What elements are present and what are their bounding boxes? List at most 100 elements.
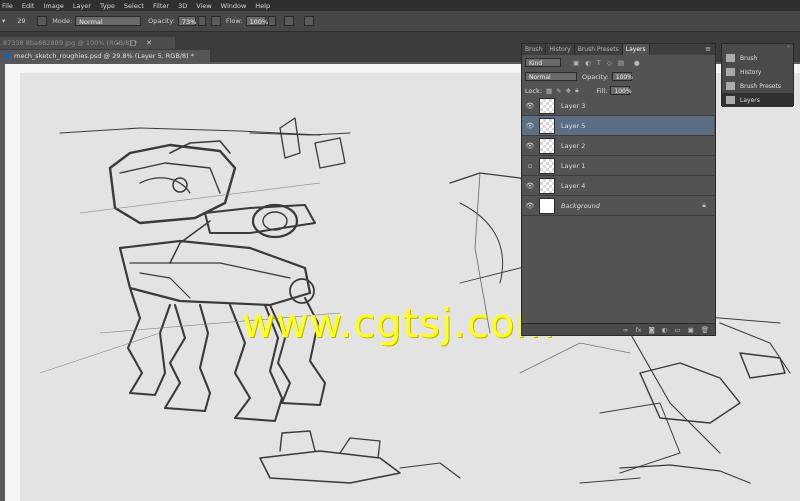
- visibility-empty-box[interactable]: ▫: [524, 162, 536, 170]
- brush-size-value[interactable]: 29: [17, 17, 29, 25]
- inactive-window-controls: – □ ✕: [116, 37, 152, 49]
- filter-toggle-icon[interactable]: ●: [634, 59, 640, 67]
- layers-panel: Brush History Brush Presets Layers ≡ Kin…: [521, 43, 716, 336]
- menu-window[interactable]: Window: [221, 2, 247, 10]
- layer-row-layer-1[interactable]: ▫ Layer 1: [522, 156, 714, 176]
- document-tab-active[interactable]: mech_sketch_roughies.psd @ 29.8% (Layer …: [0, 50, 210, 62]
- opacity-field[interactable]: 73%: [177, 16, 196, 26]
- layers-list: 👁︎ Layer 3 👁︎ Layer 5 👁︎ Layer 2 ▫ Layer…: [522, 96, 714, 216]
- tool-preset-picker[interactable]: ▾: [2, 17, 5, 25]
- menu-file[interactable]: File: [2, 2, 13, 10]
- tab-brush[interactable]: Brush: [522, 44, 547, 55]
- opacity-label: Opacity:: [148, 17, 175, 25]
- tab-brush-presets[interactable]: Brush Presets: [575, 44, 623, 55]
- trash-icon[interactable]: 🗑︎: [701, 326, 709, 334]
- layer-row-layer-5[interactable]: 👁︎ Layer 5: [522, 116, 714, 136]
- flow-dropdown-icon[interactable]: [267, 16, 276, 26]
- options-bar: ▾ 29 Mode: Normal Opacity: 73% Flow: 100…: [0, 11, 800, 32]
- pressure-opacity-icon[interactable]: [210, 16, 221, 26]
- filter-pixel-icon[interactable]: ▣: [573, 59, 579, 67]
- filter-type-icon[interactable]: T: [597, 59, 601, 67]
- layer-row-layer-4[interactable]: 👁︎ Layer 4: [522, 176, 714, 196]
- flow-field[interactable]: 100%: [245, 16, 268, 26]
- minimize-icon[interactable]: –: [116, 39, 120, 47]
- filter-adjustment-icon[interactable]: ◐: [585, 59, 591, 67]
- layer-name: Layer 1: [561, 161, 586, 170]
- panel-opacity-label: Opacity:: [582, 72, 609, 81]
- layer-name: Background: [561, 201, 600, 210]
- close-icon[interactable]: ✕: [146, 39, 152, 47]
- panel-tabs: Brush History Brush Presets Layers: [522, 44, 715, 55]
- visibility-eye-icon[interactable]: 👁︎: [524, 102, 536, 110]
- fill-field[interactable]: 100%: [610, 86, 632, 95]
- lock-position-icon[interactable]: ✥: [566, 87, 571, 95]
- brush-presets-icon: [726, 82, 735, 90]
- adjustment-icon[interactable]: ◐: [662, 326, 668, 334]
- layer-lock-icon: 🔒︎: [702, 201, 706, 209]
- visibility-eye-icon[interactable]: 👁︎: [524, 142, 536, 150]
- dock-item-history[interactable]: History: [722, 65, 793, 79]
- menu-3d[interactable]: 3D: [178, 2, 187, 10]
- menu-edit[interactable]: Edit: [22, 2, 35, 10]
- layer-name: Layer 4: [561, 181, 586, 190]
- filter-kind-select[interactable]: Kind: [525, 58, 561, 67]
- menu-select[interactable]: Select: [124, 2, 144, 10]
- visibility-eye-icon[interactable]: 👁︎: [524, 202, 536, 210]
- brush-panel-toggle-icon[interactable]: [37, 16, 48, 26]
- layer-name: Layer 2: [561, 141, 586, 150]
- visibility-eye-icon[interactable]: 👁︎: [524, 182, 536, 190]
- history-icon: [726, 68, 735, 76]
- tab-layers[interactable]: Layers: [622, 44, 650, 55]
- opacity-dropdown-icon[interactable]: [197, 16, 206, 26]
- panel-opacity-field[interactable]: 100%: [611, 72, 633, 81]
- panel-menu-icon[interactable]: ≡: [705, 45, 711, 53]
- filter-shape-icon[interactable]: ◇: [607, 59, 612, 67]
- layer-name: Layer 5: [561, 121, 586, 130]
- maximize-icon[interactable]: □: [130, 39, 137, 47]
- layer-row-background[interactable]: 👁︎ Background 🔒︎: [522, 196, 714, 216]
- group-icon[interactable]: ▭: [674, 326, 680, 334]
- fx-icon[interactable]: fx: [635, 326, 641, 334]
- menu-help[interactable]: Help: [255, 2, 270, 10]
- dock-item-label: Brush: [740, 54, 758, 62]
- blend-mode-select[interactable]: Normal: [525, 72, 577, 81]
- dock-item-brush[interactable]: Brush: [722, 51, 793, 65]
- pressure-size-icon[interactable]: [303, 16, 314, 26]
- lock-pixels-icon[interactable]: ✎: [556, 87, 561, 95]
- layer-row-layer-3[interactable]: 👁︎ Layer 3: [522, 96, 714, 116]
- menu-bar: File Edit Image Layer Type Select Filter…: [0, 0, 800, 11]
- menu-image[interactable]: Image: [43, 2, 63, 10]
- lock-label: Lock:: [525, 86, 543, 95]
- dock-item-layers[interactable]: Layers: [722, 93, 793, 107]
- collapsed-panel-dock: » Brush History Brush Presets Layers: [721, 43, 794, 107]
- tab-history[interactable]: History: [546, 44, 575, 55]
- filter-smart-object-icon[interactable]: ▤: [618, 59, 624, 67]
- lock-row: Lock: ▦ ✎ ✥ 🔒︎ Fill: 100%: [522, 85, 715, 96]
- dock-header: »: [786, 44, 790, 50]
- layer-thumbnail: [539, 157, 555, 174]
- layer-thumbnail: [539, 137, 555, 154]
- layer-name: Layer 3: [561, 101, 586, 110]
- layer-thumbnail: [539, 97, 555, 114]
- psd-file-icon: [4, 53, 10, 59]
- dock-item-label: Brush Presets: [740, 82, 782, 90]
- menu-type[interactable]: Type: [100, 2, 115, 10]
- visibility-eye-icon[interactable]: 👁︎: [524, 122, 536, 130]
- layer-row-layer-2[interactable]: 👁︎ Layer 2: [522, 136, 714, 156]
- link-icon[interactable]: ∞: [623, 326, 628, 334]
- new-layer-icon[interactable]: ▣: [688, 326, 694, 334]
- dock-item-brush-presets[interactable]: Brush Presets: [722, 79, 793, 93]
- mode-select[interactable]: Normal: [75, 16, 142, 26]
- menu-filter[interactable]: Filter: [153, 2, 169, 10]
- flow-label: Flow:: [225, 17, 243, 25]
- menu-view[interactable]: View: [196, 2, 211, 10]
- fill-label: Fill:: [596, 86, 608, 95]
- menu-layer[interactable]: Layer: [73, 2, 91, 10]
- lock-all-icon[interactable]: 🔒︎: [575, 86, 578, 95]
- airbrush-icon[interactable]: [283, 16, 294, 26]
- lock-transparency-icon[interactable]: ▦: [546, 87, 552, 95]
- mask-icon[interactable]: ◙: [648, 326, 654, 334]
- layers-icon: [726, 96, 735, 104]
- layer-thumbnail: [539, 177, 555, 194]
- watermark-text: www.cgtsj.com: [242, 301, 556, 347]
